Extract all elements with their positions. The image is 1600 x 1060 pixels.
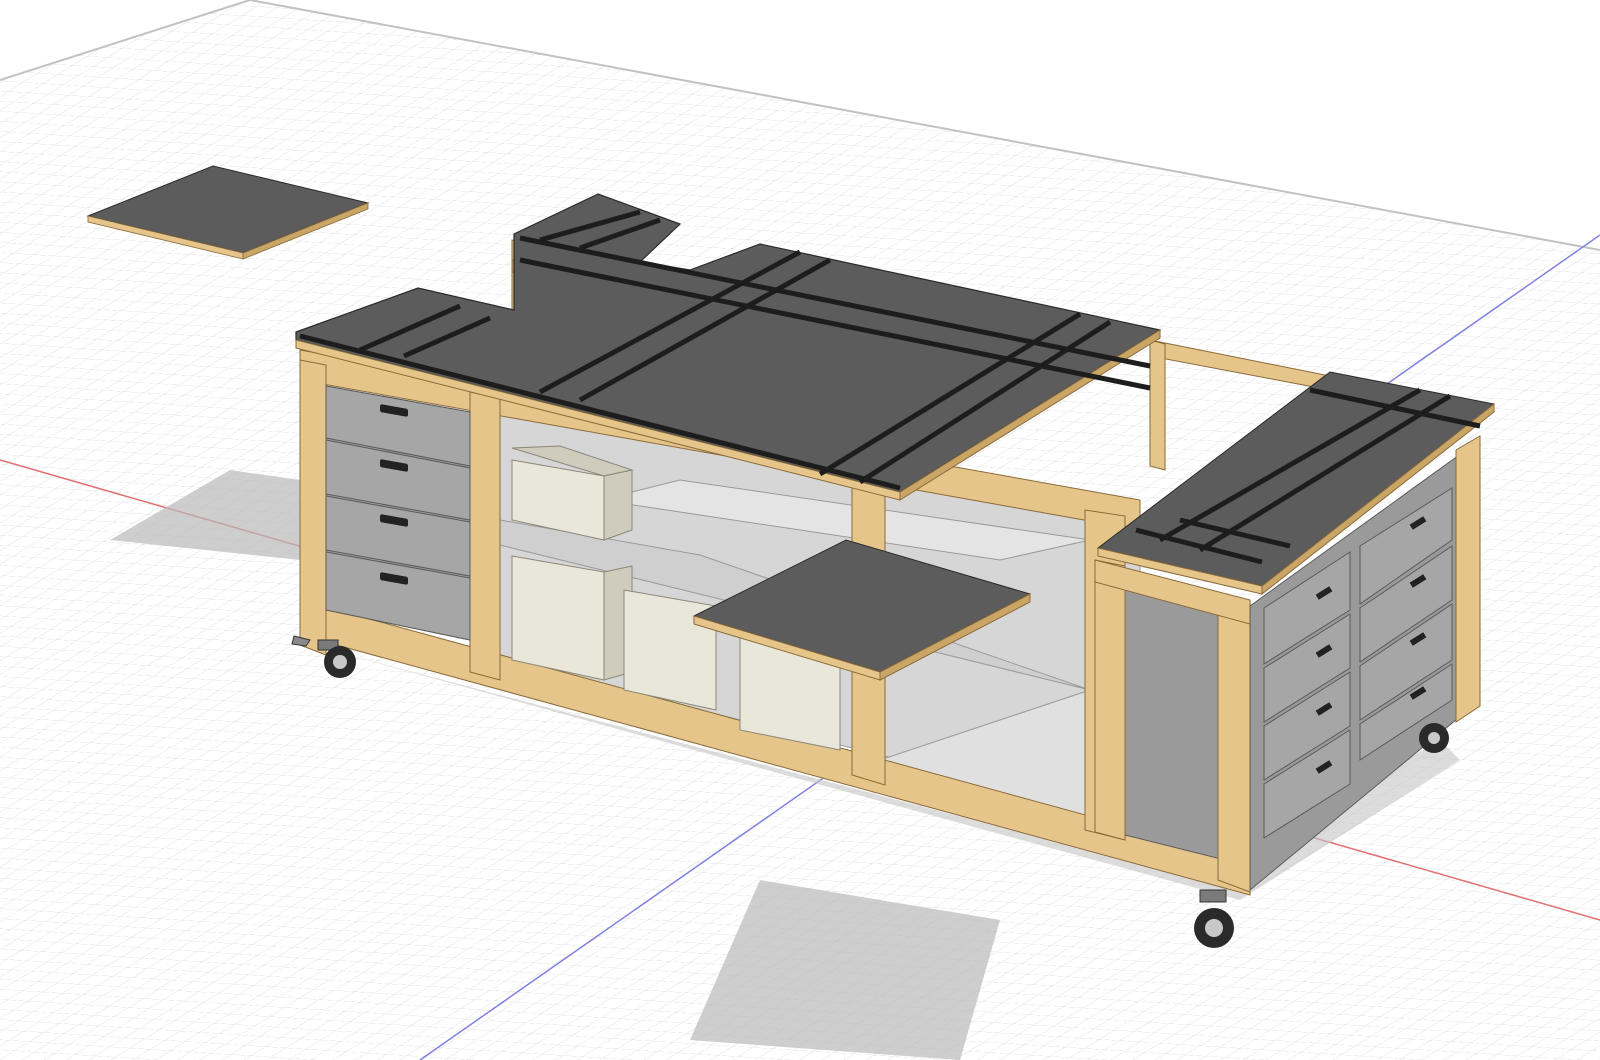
bin-lower-2[interactable] <box>623 589 717 711</box>
left-drawer-cabinet[interactable] <box>325 385 471 641</box>
cad-viewport[interactable] <box>0 0 1600 1060</box>
model-canvas[interactable] <box>0 0 1600 1060</box>
caster-back-right[interactable] <box>1419 723 1449 753</box>
bin-lower-1[interactable] <box>511 555 633 681</box>
